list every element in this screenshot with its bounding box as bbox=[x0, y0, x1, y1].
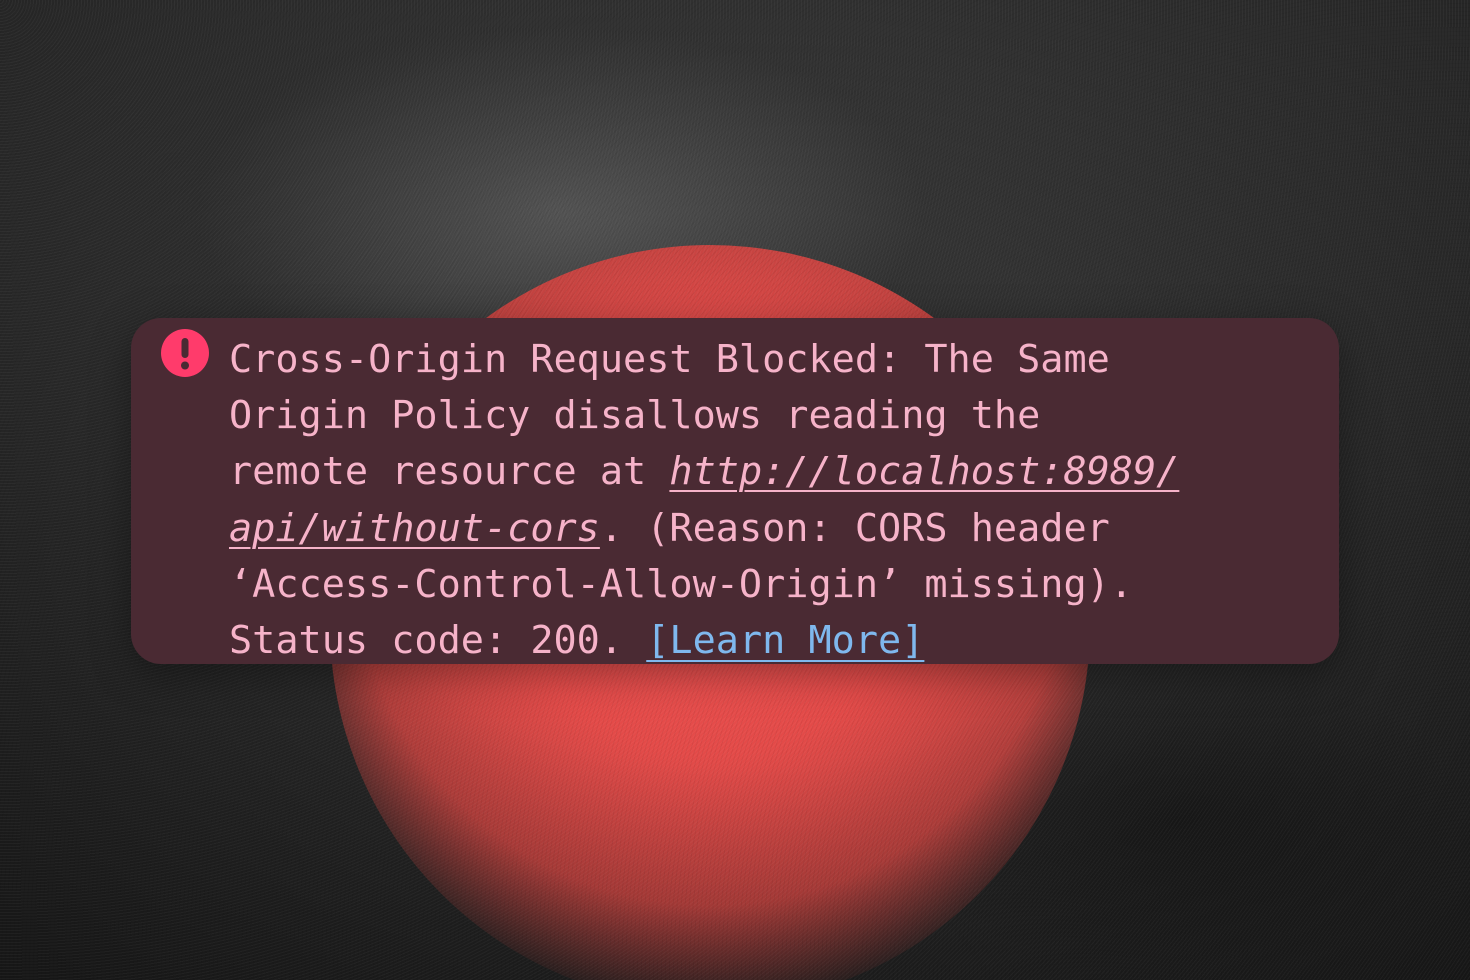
error-line-1: Cross-Origin Request Blocked: The Same bbox=[229, 337, 1110, 382]
error-line-5: ‘Access-Control-Allow-Origin’ missing). bbox=[229, 561, 1133, 607]
error-line-4: . (Reason: CORS header bbox=[599, 505, 1110, 551]
background: Cross-Origin Request Blocked: The Same O… bbox=[0, 0, 1470, 980]
error-line-6: Status code: 200. bbox=[229, 618, 647, 664]
exclamation-circle-icon bbox=[161, 329, 209, 377]
learn-more-link[interactable]: [Learn More] bbox=[646, 618, 924, 663]
console-error-message: Cross-Origin Request Blocked: The Same O… bbox=[131, 318, 1339, 664]
error-line-2: Origin Policy disallows reading the bbox=[229, 393, 1041, 439]
error-line-3: remote resource at bbox=[229, 449, 670, 495]
resource-url-link-part-2[interactable]: api/without-cors bbox=[229, 506, 600, 551]
resource-url-link-part-1[interactable]: http://localhost:8989/ bbox=[669, 449, 1179, 494]
error-message-text: Cross-Origin Request Blocked: The Same O… bbox=[229, 332, 1313, 669]
